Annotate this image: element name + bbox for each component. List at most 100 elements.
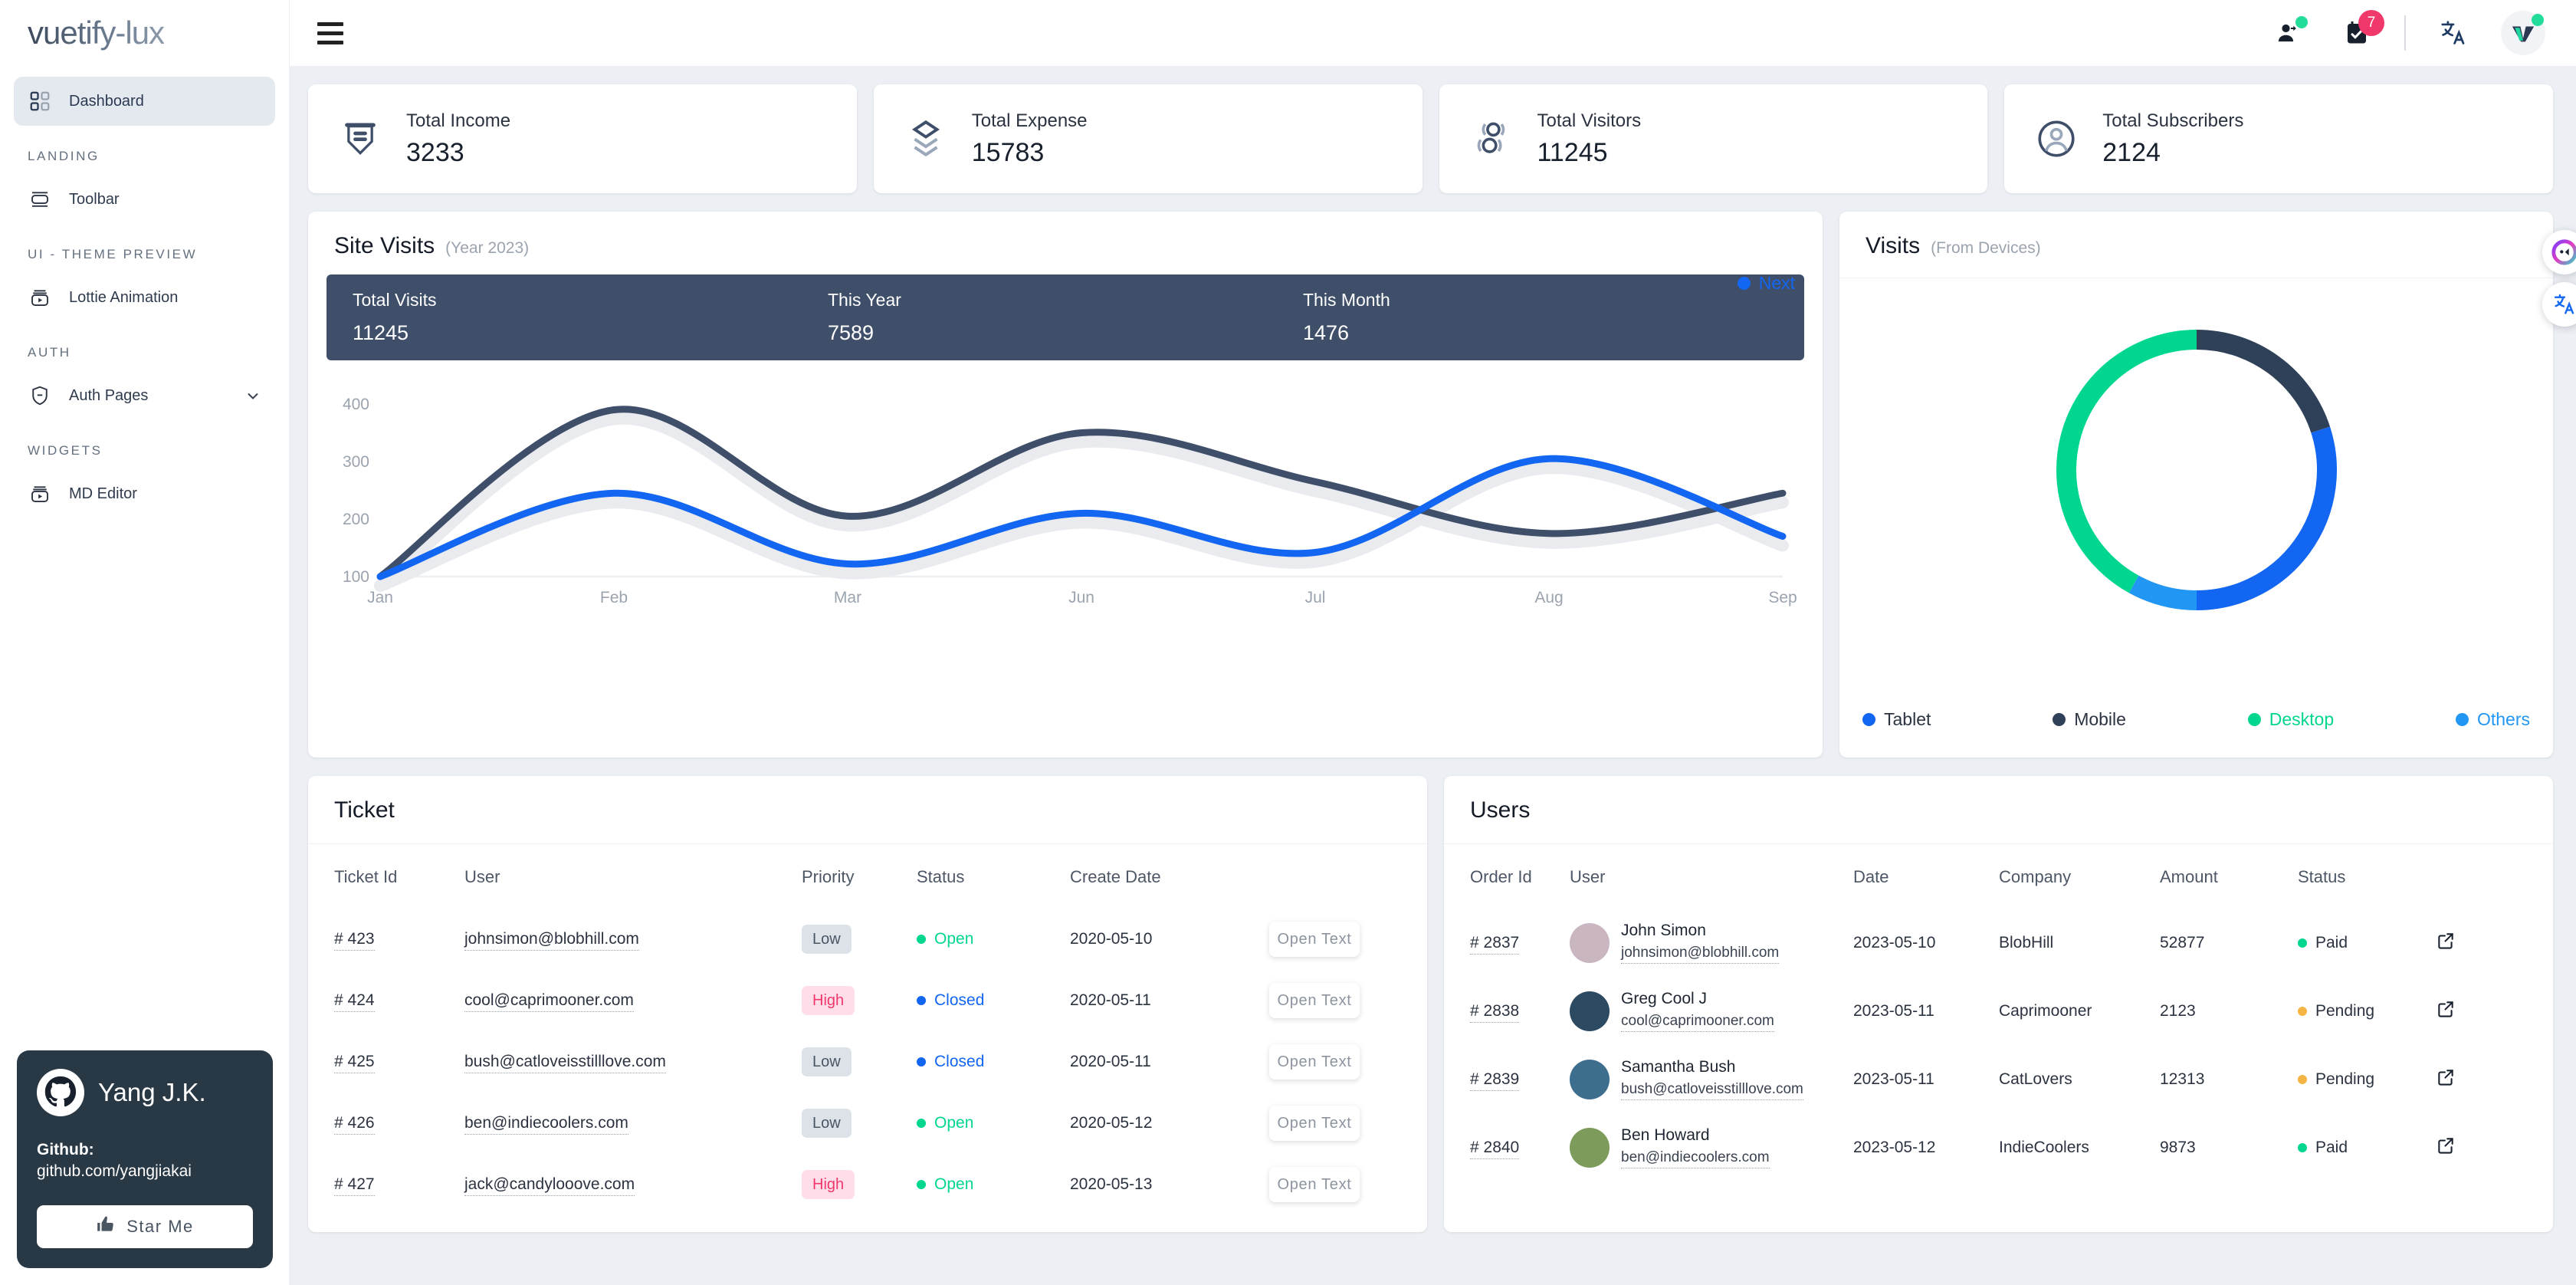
order-id-link[interactable]: # 2838 [1470,1001,1520,1023]
cell-ticket-id: # 425 [334,1031,464,1093]
stat-card-total-expense[interactable]: Total Expense 15783 [873,84,1423,193]
sidebar-item-toolbar[interactable]: Toolbar [14,175,275,224]
cell-company: CatLovers [1999,1070,2072,1088]
table-row[interactable]: # 2840 Ben Howard ben@indiecoolers.com 2023… [1470,1113,2527,1181]
legend-item-nuxt[interactable]: Nuxt [1652,273,1710,294]
table-row[interactable]: # 425 bush@catloveisstilllove.com Low Close… [334,1031,1401,1093]
cell-action: Open Text [1269,909,1401,970]
user-email-link[interactable]: ben@indiecoolers.com [1621,1149,1770,1168]
stat-card-total-income[interactable]: Total Income 3233 [308,84,857,193]
stat-value: 3233 [406,137,464,167]
panel-title: Users [1470,797,1531,823]
user-email-link[interactable]: bush@catloveisstilllove.com [1621,1081,1803,1100]
table-row[interactable]: # 426 ben@indiecoolers.com Low Open 2020-05-… [334,1093,1401,1154]
svg-text:Sep: Sep [1768,589,1797,606]
ticket-user-link[interactable]: ben@indiecoolers.com [464,1114,628,1135]
user-name: Greg Cool J [1621,990,1708,1007]
legend-item-others[interactable]: Others [2455,709,2530,730]
sidebar-item-lottie-animation[interactable]: Lottie Animation [14,273,275,322]
hamburger-icon[interactable] [317,16,351,50]
task-calendar-icon[interactable]: 7 [2337,10,2384,53]
avatar [1570,1127,1610,1168]
open-text-button[interactable]: Open Text [1269,1167,1360,1202]
status-badge: Pending [2298,1002,2374,1020]
open-text-button[interactable]: Open Text [1269,1106,1360,1141]
legend-item-desktop[interactable]: Desktop [2247,709,2334,730]
svg-text:400: 400 [343,396,369,413]
table-row[interactable]: # 424 cool@caprimooner.com High Closed 2020-… [334,970,1401,1031]
table-row[interactable]: # 2838 Greg Cool J cool@caprimooner.com 202… [1470,977,2527,1045]
cell-priority: High [802,1154,917,1215]
ticket-user-link[interactable]: cool@caprimooner.com [464,991,634,1012]
legend-item-tablet[interactable]: Tablet [1862,709,1931,730]
sidebar-item-dashboard[interactable]: Dashboard [14,77,275,126]
legend-dot-desktop [2247,713,2261,726]
open-text-button[interactable]: Open Text [1269,922,1360,957]
order-id-link[interactable]: # 2837 [1470,933,1520,955]
vuetify-logo-icon[interactable] [2501,11,2545,55]
user-email-link[interactable]: johnsimon@blobhill.com [1621,945,1780,964]
sidebar-group-ui-theme-preview: UI - THEME PREVIEW [28,247,198,261]
table-row[interactable]: # 2839 Samantha Bush bush@catloveisstilllo… [1470,1045,2527,1113]
status-badge: Closed [917,991,984,1010]
col-user: User [464,867,500,886]
panel-title: Ticket [334,797,395,823]
external-link-icon[interactable] [2436,1137,2456,1159]
legend-item-mobile[interactable]: Mobile [2053,709,2126,730]
donut-segment-desktop[interactable] [2056,330,2197,593]
profile-name: Yang J.K. [98,1078,206,1106]
star-me-button[interactable]: Star Me [37,1205,253,1248]
legend-item-next[interactable]: Next [1737,273,1795,294]
order-id-link[interactable]: # 2839 [1470,1070,1520,1091]
translate-icon[interactable] [2542,282,2576,327]
table-row[interactable]: # 427 jack@candylooove.com High Open 2020-05… [334,1154,1401,1215]
user-email-link[interactable]: cool@caprimooner.com [1621,1013,1774,1032]
translate-icon[interactable] [2433,13,2473,53]
topbar-actions: 7 [2269,10,2545,55]
cell-create-date: 2020-05-13 [1070,1175,1153,1193]
svg-text:100: 100 [343,568,369,586]
sidebar-item-auth-pages[interactable]: Auth Pages [14,371,275,420]
table-row[interactable]: # 423 johnsimon@blobhill.com Low Open 2020-0… [334,909,1401,970]
chat-bot-icon[interactable] [2542,230,2576,274]
summary-label: Total Visits [353,290,437,310]
play-box-icon [26,284,54,311]
ticket-id-link[interactable]: # 423 [334,930,375,951]
donut-segment-others[interactable] [2128,575,2197,610]
sidebar-item-md-editor[interactable]: MD Editor [14,469,275,518]
brand-logo[interactable]: vuetify-lux [0,0,289,66]
ticket-user-link[interactable]: bush@catloveisstilllove.com [464,1053,666,1073]
panel-subtitle: (Year 2023) [445,239,530,257]
col-action [2436,844,2527,909]
ticket-user-link[interactable]: jack@candylooove.com [464,1175,635,1196]
ticket-id-link[interactable]: # 425 [334,1053,375,1073]
main-area: 7 Total Income 3233 Total Expense 15783 … [290,0,2576,1285]
ticket-id-link[interactable]: # 426 [334,1114,375,1135]
chevron-down-icon[interactable] [243,386,263,406]
donut-segment-mobile[interactable] [2196,330,2330,433]
cell-date: 2023-05-11 [1853,1001,1934,1020]
col-action [1269,844,1401,909]
cell-status: Closed [917,1031,1070,1093]
contacts-icon[interactable] [2269,13,2309,53]
external-link-icon[interactable] [2436,1001,2456,1023]
cell-priority: Low [802,1093,917,1154]
stat-card-total-subscribers[interactable]: Total Subscribers 2124 [2004,84,2553,193]
stat-card-total-visitors[interactable]: Total Visitors 11245 [1439,84,1988,193]
ticket-id-link[interactable]: # 427 [334,1175,375,1196]
ticket-user-link[interactable]: johnsimon@blobhill.com [464,930,639,951]
open-text-button[interactable]: Open Text [1269,1044,1360,1080]
donut-segment-tablet[interactable] [2196,426,2337,610]
external-link-icon[interactable] [2436,1069,2456,1091]
user-name: Samantha Bush [1621,1058,1736,1076]
order-id-link[interactable]: # 2840 [1470,1138,1520,1159]
ticket-id-link[interactable]: # 424 [334,991,375,1012]
table-row[interactable]: # 2837 John Simon johnsimon@blobhill.com 20… [1470,909,2527,977]
star-me-label: Star Me [126,1217,194,1236]
open-text-button[interactable]: Open Text [1269,983,1360,1018]
external-link-icon[interactable] [2436,932,2456,955]
github-url[interactable]: github.com/yangjiakai [37,1162,253,1181]
cell-user: cool@caprimooner.com [464,970,802,1031]
site-visits-panel: Site Visits (Year 2023) Nuxt Next Total … [308,212,1823,758]
legend-dot-others [2455,713,2469,726]
